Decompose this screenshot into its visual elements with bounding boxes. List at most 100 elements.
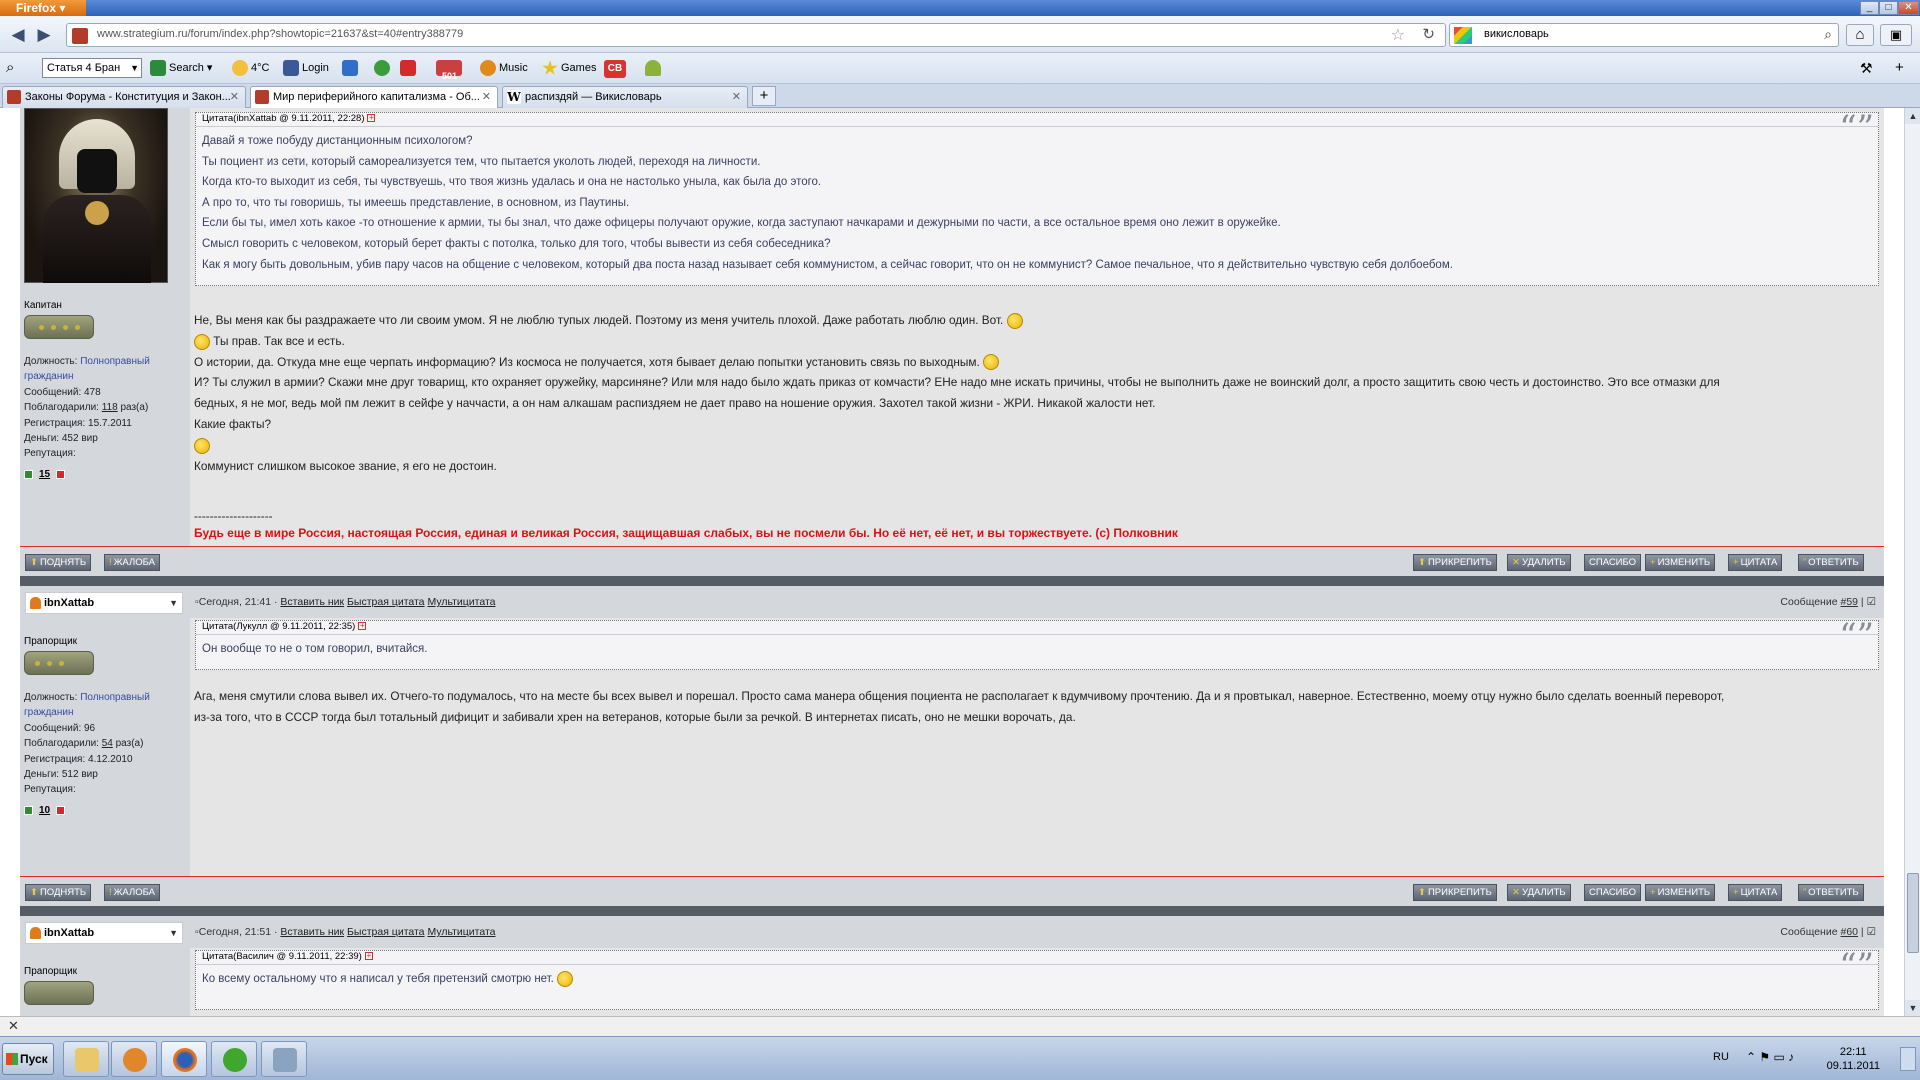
- music-button[interactable]: Music: [480, 58, 528, 78]
- pin-button[interactable]: ⬆ ПРИКРЕПИТЬ: [1413, 554, 1497, 571]
- post-number-link[interactable]: #59: [1840, 596, 1858, 608]
- thanks-button[interactable]: СПАСИБО: [1584, 884, 1642, 901]
- extension-button[interactable]: ▣: [1880, 24, 1912, 46]
- url-bar[interactable]: www.strategium.ru/forum/index.php?showto…: [66, 23, 1446, 47]
- taskbar-icq[interactable]: [211, 1041, 257, 1077]
- back-button[interactable]: ◀: [6, 24, 30, 46]
- reload-icon[interactable]: ↻: [1422, 25, 1435, 43]
- tab-forum-laws[interactable]: Законы Форума - Конституция и Закон... ✕: [2, 86, 246, 108]
- youtube-button[interactable]: [400, 58, 419, 78]
- post-number: Сообщение #60 | ☑: [1780, 926, 1876, 938]
- thanks-button[interactable]: СПАСИБО: [1584, 554, 1642, 571]
- quick-quote-link[interactable]: Быстрая цитата: [347, 926, 425, 938]
- edit-button[interactable]: + ИЗМЕНИТЬ: [1645, 554, 1716, 571]
- insert-nick-link[interactable]: Вставить ник: [280, 926, 344, 938]
- close-window-button[interactable]: ✕: [1898, 1, 1919, 15]
- delete-button[interactable]: ✕ УДАЛИТЬ: [1507, 884, 1571, 901]
- tab-close-icon[interactable]: ✕: [482, 87, 491, 107]
- pin-button[interactable]: ⬆ ПРИКРЕПИТЬ: [1413, 884, 1497, 901]
- facebook-login-button[interactable]: Login: [283, 58, 329, 78]
- forward-button[interactable]: ▶: [32, 24, 56, 46]
- android-button[interactable]: [645, 58, 664, 78]
- rep-minus-icon[interactable]: [56, 469, 66, 479]
- mail-button[interactable]: [342, 58, 361, 78]
- notification-button[interactable]: 501: [436, 58, 465, 81]
- quote-link-icon[interactable]: +: [364, 952, 373, 961]
- scroll-up-icon[interactable]: ▲: [1905, 108, 1920, 124]
- cb-button[interactable]: CB: [604, 58, 626, 78]
- scroll-thumb[interactable]: [1907, 873, 1919, 953]
- multiquote-link[interactable]: Мультицитата: [427, 596, 495, 608]
- page-scrollbar[interactable]: ▲ ▼: [1904, 108, 1920, 1016]
- checkbox-icon[interactable]: ☑: [1867, 596, 1876, 608]
- insert-nick-link[interactable]: Вставить ник: [280, 596, 344, 608]
- wrench-icon[interactable]: ⚒: [1860, 58, 1873, 78]
- minimize-button[interactable]: _: [1860, 1, 1879, 15]
- reputation-value[interactable]: 10: [39, 805, 50, 816]
- taskbar-explorer[interactable]: [63, 1041, 109, 1077]
- reputation-value[interactable]: 15: [39, 469, 50, 480]
- language-indicator[interactable]: RU: [1713, 1051, 1729, 1063]
- quote-link-icon[interactable]: +: [358, 622, 367, 631]
- tab-close-icon[interactable]: ✕: [230, 87, 239, 107]
- firefox-menu-button[interactable]: Firefox ▾: [0, 0, 86, 16]
- rep-plus-icon[interactable]: [24, 469, 33, 479]
- google-engine-icon[interactable]: [1454, 27, 1472, 44]
- quote-button[interactable]: + ЦИТАТА: [1728, 554, 1783, 571]
- start-label: Пуск: [20, 1052, 48, 1066]
- raise-button[interactable]: ⬆ ПОДНЯТЬ: [25, 884, 92, 901]
- maximize-button[interactable]: □: [1879, 1, 1898, 15]
- quick-quote-link[interactable]: Быстрая цитата: [347, 596, 425, 608]
- rep-minus-icon[interactable]: [56, 805, 66, 815]
- close-bar-icon[interactable]: ✕: [8, 1018, 19, 1034]
- search-icon[interactable]: ⌕: [1824, 26, 1832, 43]
- position-label: Должность:: [24, 692, 78, 703]
- tab-capitalism[interactable]: Мир периферийного капитализма - Об... ✕: [250, 86, 498, 109]
- toolbar-search-button[interactable]: Search ▾: [150, 58, 212, 78]
- wikipedia-icon: W: [507, 90, 521, 104]
- checkbox-icon[interactable]: ☑: [1867, 926, 1876, 938]
- windows-taskbar: Пуск RU ⌃ ⚑ ▭ ♪ 22:11 09.11.2011: [0, 1036, 1920, 1080]
- rep-plus-icon[interactable]: [24, 805, 33, 815]
- new-tab-button[interactable]: +: [752, 86, 776, 106]
- add-button[interactable]: +: [1895, 58, 1904, 78]
- scroll-down-icon[interactable]: ▼: [1905, 1000, 1920, 1016]
- raise-button[interactable]: ⬆ ПОДНЯТЬ: [25, 554, 92, 571]
- taskbar-app[interactable]: [261, 1041, 307, 1077]
- toolbar-select[interactable]: Статья 4 Бран ▼: [42, 58, 142, 78]
- thanks-link[interactable]: 118: [102, 402, 118, 413]
- search-bar[interactable]: викисловарь ⌕: [1449, 23, 1839, 47]
- delete-button[interactable]: ✕ УДАЛИТЬ: [1507, 554, 1571, 571]
- tab-close-icon[interactable]: ✕: [732, 87, 741, 107]
- show-desktop-button[interactable]: [1900, 1047, 1916, 1071]
- complaint-button[interactable]: ! ЖАЛОБА: [104, 884, 160, 901]
- quote-line: Если бы ты, имел хоть какое -то отношени…: [202, 217, 1281, 230]
- post-number-link[interactable]: #60: [1840, 926, 1858, 938]
- reputation-label: Репутация:: [24, 448, 76, 460]
- start-button[interactable]: Пуск: [2, 1043, 54, 1075]
- complaint-button[interactable]: ! ЖАЛОБА: [104, 554, 160, 571]
- tab-wiktionary[interactable]: Wраспиздяй — Викисловарь ✕: [502, 86, 748, 108]
- games-button[interactable]: Games: [542, 58, 596, 78]
- home-button[interactable]: ⌂: [1846, 24, 1874, 46]
- quote-button[interactable]: + ЦИТАТА: [1728, 884, 1783, 901]
- reputation-label: Репутация:: [24, 784, 76, 796]
- tray-icons[interactable]: ⌃ ⚑ ▭ ♪: [1746, 1050, 1794, 1064]
- quote-link-icon[interactable]: +: [367, 114, 376, 123]
- tool-button[interactable]: [374, 58, 393, 78]
- clock[interactable]: 22:11 09.11.2011: [1827, 1045, 1880, 1073]
- quote-block: Цитата(Лукулл @ 9.11.2011, 22:35) + “” Он…: [195, 619, 1879, 670]
- reply-button[interactable]: ” ОТВЕТИТЬ: [1798, 884, 1864, 901]
- taskbar-firefox[interactable]: [161, 1041, 207, 1077]
- bookmark-star-icon[interactable]: ☆: [1391, 25, 1405, 45]
- username-dropdown[interactable]: ibnXattab ▼: [25, 922, 183, 944]
- weather-widget[interactable]: 4°C: [232, 58, 269, 78]
- toolbar-search-icon[interactable]: ⌕: [6, 58, 14, 78]
- reply-button[interactable]: ” ОТВЕТИТЬ: [1798, 554, 1864, 571]
- thanks-link[interactable]: 54: [102, 738, 113, 749]
- username-dropdown[interactable]: ibnXattab ▼: [25, 592, 183, 614]
- edit-button[interactable]: + ИЗМЕНИТЬ: [1645, 884, 1716, 901]
- multiquote-link[interactable]: Мультицитата: [427, 926, 495, 938]
- taskbar-media-player[interactable]: [111, 1041, 157, 1077]
- user-info-panel: Прапорщик: [20, 948, 190, 1016]
